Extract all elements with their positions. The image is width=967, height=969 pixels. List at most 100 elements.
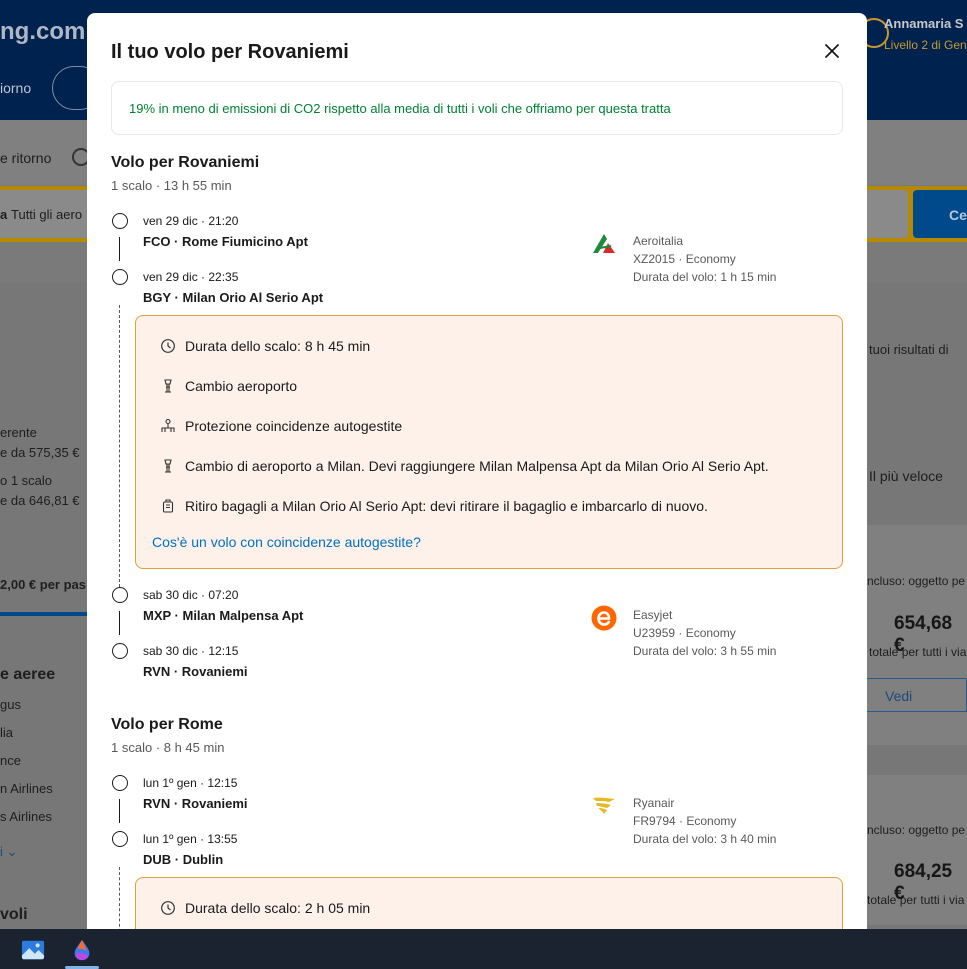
stop-marker bbox=[112, 269, 128, 285]
origin-label: a bbox=[0, 207, 8, 222]
departure-airport: MXP · Milan Malpensa Apt bbox=[143, 608, 304, 623]
layover-box: Durata dello scalo: 2 h 05 min bbox=[135, 877, 843, 929]
search-button[interactable]: Ce bbox=[913, 190, 967, 238]
easyjet-logo-icon bbox=[591, 605, 617, 631]
taskbar bbox=[0, 929, 967, 969]
connection-protection: Protezione coincidenze autogestite bbox=[185, 418, 403, 434]
departure-time: ven 29 dic · 21:20 bbox=[143, 214, 239, 228]
airport-tower-icon bbox=[160, 378, 176, 394]
price-total-label: totale per tutti i via bbox=[869, 645, 967, 659]
origin-value: Tutti gli aero bbox=[11, 207, 83, 222]
airline-filter-item[interactable]: n Airlines bbox=[0, 781, 53, 796]
arrival-time: lun 1º gen · 13:55 bbox=[143, 832, 238, 846]
layover-duration: Durata dello scalo: 8 h 45 min bbox=[185, 338, 371, 354]
paint-app-button[interactable] bbox=[63, 931, 101, 969]
layover-box: Durata dello scalo: 8 h 45 min Cambio ae… bbox=[135, 315, 843, 569]
return-summary: 1 scalo · 8 h 45 min bbox=[111, 740, 225, 755]
arrival-airport: BGY · Milan Orio Al Serio Apt bbox=[143, 290, 324, 305]
layover-duration: Durata dello scalo: 2 h 05 min bbox=[185, 900, 371, 916]
airline-name: Ryanair bbox=[633, 796, 675, 810]
ryanair-logo-icon bbox=[591, 793, 617, 819]
stop-marker bbox=[112, 643, 128, 659]
airline-filter-item[interactable]: lia bbox=[0, 725, 13, 740]
aeroitalia-logo-icon bbox=[591, 231, 617, 257]
clock-icon bbox=[160, 900, 176, 916]
flight-number: XZ2015 · Economy bbox=[633, 252, 736, 266]
filters-sidebar bbox=[0, 282, 88, 929]
clock-icon bbox=[160, 338, 176, 354]
baggage-row: Ritiro bagagli a Milan Orio Al Serio Apt… bbox=[160, 496, 708, 516]
emissions-note: 19% in meno di emissioni di CO2 rispetto… bbox=[129, 101, 671, 116]
return-title: Volo per Rome bbox=[111, 716, 223, 733]
arrival-airport: RVN · Rovaniemi bbox=[143, 664, 248, 679]
segment-line bbox=[119, 799, 120, 823]
filter-price: e da 575,35 € bbox=[0, 445, 80, 460]
arrival-time: ven 29 dic · 22:35 bbox=[143, 270, 239, 284]
layover-line bbox=[119, 867, 120, 929]
flight-number: FR9794 · Economy bbox=[633, 814, 737, 828]
airport-tower-icon bbox=[160, 458, 176, 474]
included-items: ncluso: oggetto pe bbox=[867, 823, 966, 837]
airlines-filter-title: e aeree bbox=[0, 666, 56, 683]
segment-line bbox=[119, 611, 120, 635]
price-total-label: totale per tutti i via bbox=[867, 893, 965, 907]
airline-filter-item[interactable]: gus bbox=[0, 697, 21, 712]
flight-info: Aeroitalia XZ2015 · Economy Durata del v… bbox=[633, 232, 776, 286]
price-per-person: 2,00 € per pas bbox=[0, 577, 86, 592]
user-level: Livello 2 di Geni bbox=[884, 38, 967, 52]
stop-marker bbox=[112, 831, 128, 847]
trip-type-label[interactable]: e ritorno bbox=[0, 150, 51, 166]
site-logo[interactable]: ng.com bbox=[0, 18, 85, 46]
airport-change-row: Cambio aeroporto bbox=[160, 376, 297, 396]
stop-marker bbox=[112, 213, 128, 229]
stop-marker bbox=[112, 775, 128, 791]
paint-drop-icon bbox=[74, 939, 90, 961]
outbound-title: Volo per Rovaniemi bbox=[111, 154, 260, 171]
flight-info: Easyjet U23959 · Economy Durata del volo… bbox=[633, 606, 776, 660]
close-icon bbox=[825, 44, 839, 58]
sort-fastest-tab[interactable]: Il più veloce bbox=[869, 468, 943, 484]
departure-airport: FCO · Rome Fiumicino Apt bbox=[143, 234, 308, 249]
layover-duration-row: Durata dello scalo: 2 h 05 min bbox=[160, 898, 370, 918]
airport-change: Cambio aeroporto bbox=[185, 378, 298, 394]
baggage-recheck: Ritiro bagagli a Milan Orio Al Serio Apt… bbox=[185, 498, 708, 514]
flight-info: Ryanair FR9794 · Economy Durata del volo… bbox=[633, 794, 776, 848]
airline-name: Aeroitalia bbox=[633, 234, 684, 248]
protection-row: Protezione coincidenze autogestite bbox=[160, 416, 402, 436]
arrival-airport: DUB · Dublin bbox=[143, 852, 224, 867]
arrival-time: sab 30 dic · 12:15 bbox=[143, 644, 239, 658]
show-more-link[interactable]: i ⌄ bbox=[0, 844, 17, 860]
filter-option[interactable]: o 1 scalo bbox=[0, 473, 52, 488]
connection-protection-icon bbox=[160, 418, 176, 434]
nav-item-label[interactable]: iorno bbox=[0, 80, 31, 96]
luggage-icon bbox=[160, 498, 176, 514]
departure-airport: RVN · Rovaniemi bbox=[143, 796, 248, 811]
self-transfer-info-link[interactable]: Cos'è un volo con coincidenze autogestit… bbox=[152, 534, 421, 550]
filter-option[interactable]: erente bbox=[0, 425, 37, 440]
layover-duration-row: Durata dello scalo: 8 h 45 min bbox=[160, 336, 370, 356]
results-hint: tuoi risultati di bbox=[869, 342, 949, 357]
change-detail-row: Cambio di aeroporto a Milan. Devi raggiu… bbox=[160, 456, 769, 476]
departure-time: lun 1º gen · 12:15 bbox=[143, 776, 238, 790]
dialog-title: Il tuo volo per Rovaniemi bbox=[111, 41, 349, 63]
flight-details-dialog: Il tuo volo per Rovaniemi 19% in meno di… bbox=[87, 13, 867, 929]
selected-indicator bbox=[0, 612, 88, 616]
airline-filter-item[interactable]: nce bbox=[0, 753, 21, 768]
flight-number: U23959 · Economy bbox=[633, 626, 736, 640]
flight-duration: Durata del volo: 1 h 15 min bbox=[633, 270, 777, 284]
close-button[interactable] bbox=[820, 39, 844, 63]
included-items: ncluso: oggetto pe bbox=[867, 574, 966, 588]
flight-duration: Durata del volo: 3 h 55 min bbox=[633, 644, 777, 658]
flights-filter-title: voli bbox=[0, 906, 28, 923]
user-name[interactable]: Annamaria S bbox=[884, 16, 963, 31]
airport-change-detail: Cambio di aeroporto a Milan. Devi raggiu… bbox=[185, 458, 769, 474]
flight-duration: Durata del volo: 3 h 40 min bbox=[633, 832, 777, 846]
emissions-banner: 19% in meno di emissioni di CO2 rispetto… bbox=[111, 81, 843, 135]
segment-line bbox=[119, 237, 120, 261]
airline-filter-item[interactable]: s Airlines bbox=[0, 809, 52, 824]
photos-app-button[interactable] bbox=[14, 931, 52, 969]
departure-time: sab 30 dic · 07:20 bbox=[143, 588, 239, 602]
photos-icon bbox=[21, 940, 45, 960]
view-button[interactable]: Vedi bbox=[866, 678, 967, 712]
stop-marker bbox=[112, 587, 128, 603]
